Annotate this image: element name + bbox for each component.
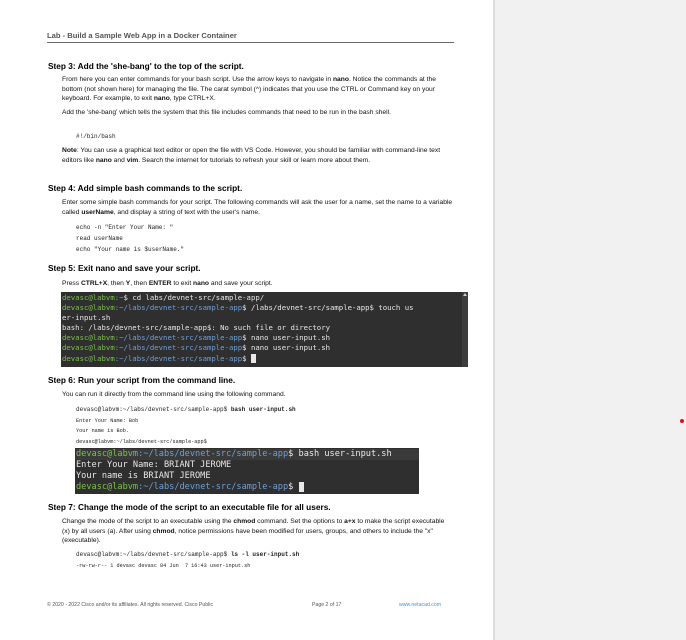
page-edge <box>493 0 495 640</box>
terminal-line: devasc@labvm:~/labs/devnet-src/sample-ap… <box>62 303 414 313</box>
document-page: Lab - Build a Sample Web App in a Docker… <box>0 0 493 640</box>
terminal-cursor <box>250 353 256 363</box>
step5-para: Press CTRL+X, then Y, then ENTER to exit… <box>62 280 273 287</box>
terminal-line: er-input.sh <box>62 313 111 323</box>
terminal-line: bash: /labs/devnet-src/sample-app$: No s… <box>62 323 330 333</box>
footer-copyright: © 2020 - 2022 Cisco and/or its affiliate… <box>47 602 214 608</box>
terminal-line: devasc@labvm:~/labs/devnet-src/sample-ap… <box>62 353 468 364</box>
red-dot-marker <box>680 419 684 423</box>
step7-para: Change the mode of the script to an exec… <box>62 518 445 544</box>
terminal-line: devasc@labvm:~/labs/devnet-src/sample-ap… <box>62 343 331 353</box>
step3-heading: Step 3: Add the 'she-bang' to the top of… <box>48 61 244 71</box>
step3-para2: Add the 'she-bang' which tells the syste… <box>62 109 391 116</box>
step3-code: #!/bin/bash <box>76 133 116 140</box>
terminal-line: devasc@labvm:~/labs/devnet-src/sample-ap… <box>76 482 419 493</box>
footer-link[interactable]: www.netacad.com <box>399 602 441 608</box>
step4-code-line: echo -n "Enter Your Name: " <box>76 224 174 231</box>
step6-code-line: Your name is Bob. <box>76 428 129 434</box>
step7-code-line: devasc@labvm:~/labs/devnet-src/sample-ap… <box>76 551 300 558</box>
terminal-line: devasc@labvm:~/labs/devnet-src/sample-ap… <box>62 333 331 343</box>
terminal-scrollbar[interactable] <box>462 292 468 367</box>
step4-code-line: read userName <box>76 235 123 242</box>
terminal-line: Your name is BRIANT JEROME <box>76 471 211 481</box>
step7-heading: Step 7: Change the mode of the script to… <box>48 502 331 512</box>
step3-note: Note: You can use a graphical text edito… <box>62 147 441 164</box>
step6-code-line: devasc@labvm:~/labs/devnet-src/sample-ap… <box>76 439 207 445</box>
step4-para: Enter some simple bash commands for your… <box>62 199 453 216</box>
step4-heading: Step 4: Add simple bash commands to the … <box>48 183 243 193</box>
terminal-line: Enter Your Name: BRIANT JEROME <box>76 460 232 470</box>
scroll-up-icon[interactable] <box>463 293 467 296</box>
step3-para1: From here you can enter commands for you… <box>62 76 436 102</box>
terminal-step5: devasc@labvm:~$ cd labs/devnet-src/sampl… <box>61 292 468 367</box>
header-rule <box>47 42 454 43</box>
step6-para: You can run it directly from the command… <box>62 391 286 398</box>
step6-heading: Step 6: Run your script from the command… <box>48 375 236 385</box>
step4-code-line: echo "Your name is $userName." <box>76 246 185 253</box>
terminal-cursor <box>298 482 304 492</box>
step6-code-line: devasc@labvm:~/labs/devnet-src/sample-ap… <box>76 406 296 413</box>
footer-page-number: Page 2 of 17 <box>312 602 342 608</box>
terminal-line: devasc@labvm:~$ cd labs/devnet-src/sampl… <box>62 293 265 302</box>
header-title: Lab - Build a Sample Web App in a Docker… <box>47 31 237 40</box>
terminal-step6: devasc@labvm:~/labs/devnet-src/sample-ap… <box>75 448 419 494</box>
step5-heading: Step 5: Exit nano and save your script. <box>48 263 201 273</box>
step7-code-line: -rw-rw-r-- 1 devasc devasc 84 Jun 7 16:4… <box>76 563 251 569</box>
terminal-line: devasc@labvm:~/labs/devnet-src/sample-ap… <box>76 449 419 460</box>
